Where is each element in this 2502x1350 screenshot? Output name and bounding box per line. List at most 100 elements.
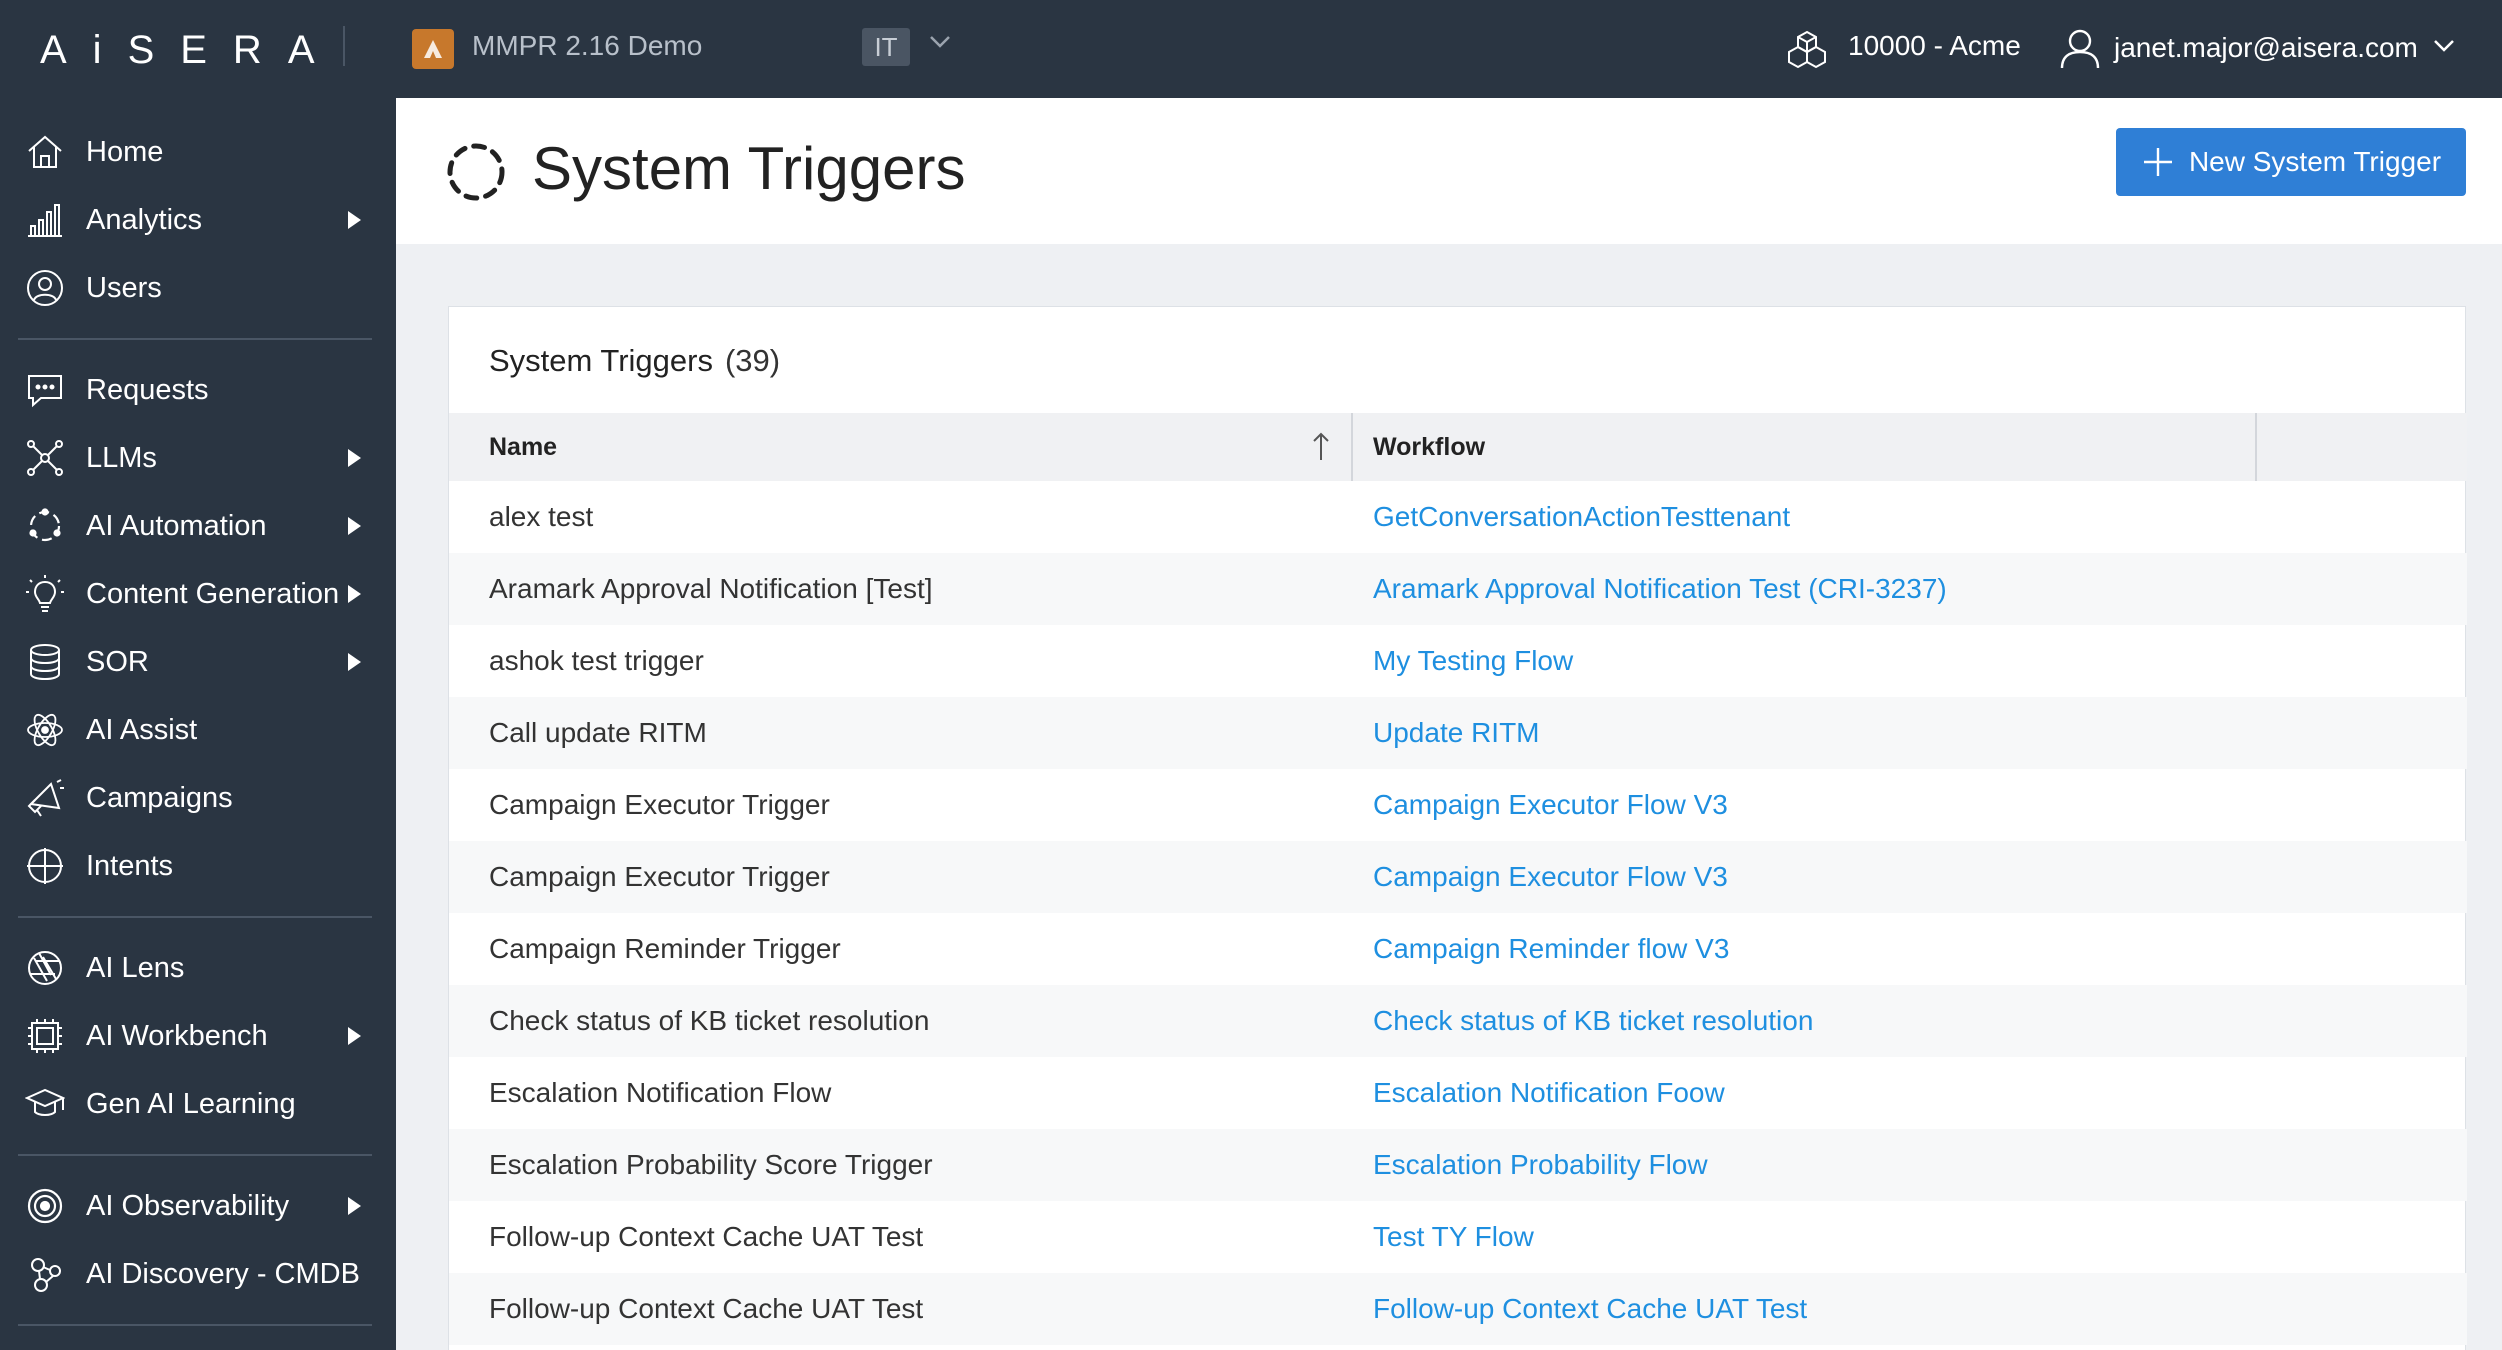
workflow-link[interactable]: Campaign Reminder flow V3 <box>1373 913 1729 985</box>
workflow-link[interactable]: Aramark Approval Notification Test (CRI-… <box>1373 553 1947 625</box>
column-separator[interactable] <box>1351 413 1353 481</box>
home-icon <box>24 131 66 173</box>
chat-icon <box>24 369 66 411</box>
workflow-link[interactable]: Campaign Executor Flow V3 <box>1373 769 1728 841</box>
workflow-link[interactable]: Test TY Flow <box>1373 1201 1534 1273</box>
new-system-trigger-label: New System Trigger <box>2188 146 2442 177</box>
sidebar-item-label: AI Workbench <box>86 1019 268 1052</box>
sidebar-divider <box>18 1154 372 1156</box>
sidebar-item-ai-discovery-cmdb[interactable]: AI Discovery - CMDB <box>0 1244 396 1304</box>
sidebar-item-ai-lens[interactable]: AI Lens <box>0 938 396 998</box>
sidebar-item-label: Campaigns <box>86 781 233 814</box>
megaphone-icon <box>24 777 66 819</box>
sidebar-item-analytics[interactable]: Analytics <box>0 190 396 250</box>
atom-icon <box>24 709 66 751</box>
workflow-link[interactable]: Campaign Executor Flow V3 <box>1373 841 1728 913</box>
table-row[interactable]: Escalation Probability Score Trigger Esca… <box>449 1129 2467 1201</box>
table-row[interactable]: Campaign Reminder Trigger Campaign Remind… <box>449 913 2467 985</box>
chevron-down-icon[interactable] <box>928 34 952 55</box>
sidebar-item-ai-automation[interactable]: AI Automation <box>0 496 396 556</box>
user-icon[interactable] <box>2058 26 2102 75</box>
bulb-icon <box>24 573 66 615</box>
chip-icon <box>24 1015 66 1057</box>
table-row[interactable]: Escalation Notification Flow Escalation N… <box>449 1057 2467 1129</box>
trigger-name-cell: Escalation Probability Score Trigger <box>489 1149 933 1180</box>
caret-right-icon <box>348 449 361 467</box>
system-trigger-icon <box>444 140 508 209</box>
table-row[interactable]: Campaign Executor Trigger Campaign Execut… <box>449 769 2467 841</box>
trigger-name-cell: Campaign Reminder Trigger <box>489 933 841 964</box>
user-circle-icon <box>24 267 66 309</box>
workflow-link[interactable]: Escalation Notification Foow <box>1373 1057 1725 1129</box>
domain-badge[interactable]: IT <box>862 28 910 66</box>
sidebar: Home Analytics Users Requests LLMs AI Au… <box>0 98 396 1350</box>
tenant-logo-icon[interactable] <box>412 29 454 69</box>
trigger-name-cell: Escalation Notification Flow <box>489 1077 832 1108</box>
trigger-name-cell: Follow-up Context Cache UAT Test <box>489 1293 924 1324</box>
table-row[interactable]: Follow-up Context Cache UAT Test Follow-u… <box>449 1273 2467 1345</box>
trigger-name-cell: ashok test trigger <box>489 645 704 676</box>
sidebar-item-label: Gen AI Learning <box>86 1087 296 1120</box>
user-email[interactable]: janet.major@aisera.com <box>2114 32 2418 64</box>
crosshair-icon <box>24 845 66 887</box>
sidebar-item-label: SOR <box>86 645 149 678</box>
card-title: System Triggers (39) <box>489 343 780 379</box>
trigger-name-cell: Follow-up Context Cache UAT Test <box>489 1221 924 1252</box>
sidebar-item-label: AI Discovery - CMDB <box>86 1257 360 1290</box>
table-body: alex test GetConversationActionTesttenant… <box>449 481 2467 1345</box>
table-row[interactable]: Campaign Executor Trigger Campaign Execut… <box>449 841 2467 913</box>
table-row[interactable]: ashok test trigger My Testing Flow <box>449 625 2467 697</box>
sidebar-item-ai-observability[interactable]: AI Observability <box>0 1176 396 1236</box>
table-row[interactable]: Aramark Approval Notification [Test] Aram… <box>449 553 2467 625</box>
trigger-count: (39) <box>724 343 781 378</box>
sidebar-item-sor[interactable]: SOR <box>0 632 396 692</box>
table-row[interactable]: Call update RITM Update RITM <box>449 697 2467 769</box>
sidebar-item-ai-workbench[interactable]: AI Workbench <box>0 1006 396 1066</box>
sidebar-item-campaigns[interactable]: Campaigns <box>0 768 396 828</box>
aperture-icon <box>24 947 66 989</box>
trigger-name-cell: Call update RITM <box>489 717 707 748</box>
column-header-workflow[interactable]: Workflow <box>1373 413 1485 481</box>
workflow-link[interactable]: My Testing Flow <box>1373 625 1573 697</box>
column-header-name[interactable]: Name <box>489 413 557 481</box>
sidebar-item-llms[interactable]: LLMs <box>0 428 396 488</box>
sidebar-item-ai-assist[interactable]: AI Assist <box>0 700 396 760</box>
sidebar-item-label: AI Assist <box>86 713 198 746</box>
network-icon <box>24 437 66 479</box>
sidebar-item-gen-ai-learning[interactable]: Gen AI Learning <box>0 1074 396 1134</box>
trigger-name-cell: Aramark Approval Notification [Test] <box>489 573 933 604</box>
bar-chart-icon <box>24 199 66 241</box>
table-row[interactable]: Check status of KB ticket resolution Chec… <box>449 985 2467 1057</box>
table-header: Name Workflow <box>449 413 2467 481</box>
workflow-link[interactable]: GetConversationActionTesttenant <box>1373 481 1790 553</box>
sidebar-item-label: Requests <box>86 373 209 406</box>
workflow-link[interactable]: Update RITM <box>1373 697 1540 769</box>
sidebar-item-label: Intents <box>86 849 174 882</box>
sidebar-item-label: AI Automation <box>86 509 267 542</box>
aisera-logo[interactable]: AiSERA <box>40 28 341 72</box>
sidebar-item-users[interactable]: Users <box>0 258 396 318</box>
workflow-link[interactable]: Check status of KB ticket resolution <box>1373 985 1813 1057</box>
trigger-name-cell: Campaign Executor Trigger <box>489 789 830 820</box>
caret-right-icon <box>348 1027 361 1045</box>
table-row[interactable]: Follow-up Context Cache UAT Test Test TY … <box>449 1201 2467 1273</box>
workflow-link[interactable]: Escalation Probability Flow <box>1373 1129 1708 1201</box>
table-row[interactable]: alex test GetConversationActionTesttenant <box>449 481 2467 553</box>
page-header: System Triggers New System Trigger <box>396 98 2502 244</box>
system-triggers-card: System Triggers (39) Name Workflow alex t… <box>448 306 2467 1350</box>
column-separator[interactable] <box>2255 413 2257 481</box>
sidebar-item-label: Analytics <box>86 203 203 236</box>
top-bar: AiSERA MMPR 2.16 Demo IT 10000 - Acme ja… <box>0 0 2502 98</box>
new-system-trigger-button[interactable]: New System Trigger <box>2116 128 2466 196</box>
sidebar-item-content-generation[interactable]: Content Generation <box>0 564 396 624</box>
sidebar-divider <box>18 1324 372 1326</box>
tenant-name[interactable]: MMPR 2.16 Demo <box>472 30 702 62</box>
sidebar-item-intents[interactable]: Intents <box>0 836 396 896</box>
chevron-down-icon[interactable] <box>2432 38 2456 59</box>
sidebar-item-requests[interactable]: Requests <box>0 360 396 420</box>
caret-right-icon <box>348 1197 361 1215</box>
sort-ascending-icon[interactable] <box>1311 431 1331 468</box>
sidebar-item-home[interactable]: Home <box>0 122 396 182</box>
org-selector[interactable]: 10000 - Acme <box>1848 30 2021 62</box>
workflow-link[interactable]: Follow-up Context Cache UAT Test <box>1373 1273 1807 1345</box>
